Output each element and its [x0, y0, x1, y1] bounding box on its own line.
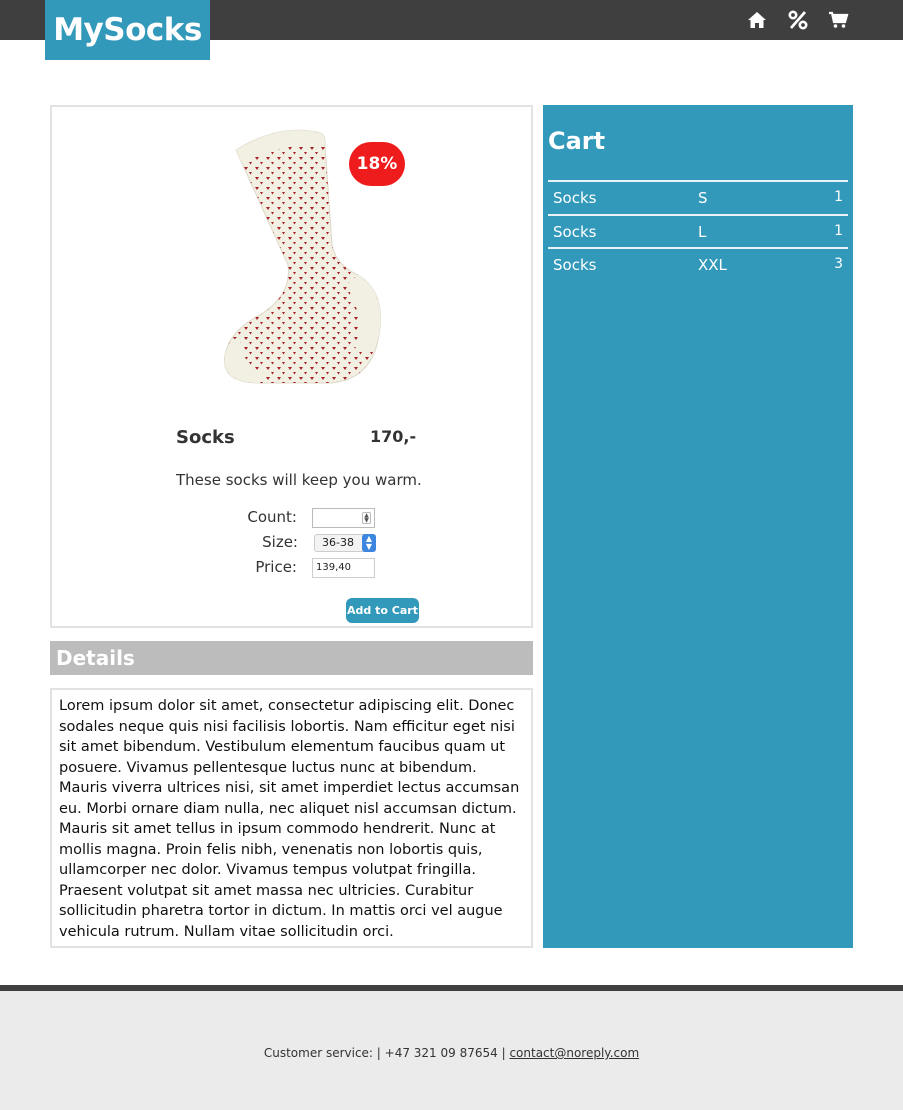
- cart-row[interactable]: Socks L 1: [548, 213, 848, 248]
- contact-email-link[interactable]: contact@noreply.com: [509, 1046, 639, 1060]
- count-label: Count:: [247, 508, 297, 526]
- cart-item-name: Socks: [553, 256, 597, 274]
- footer-contact: Customer service: | +47 321 09 87654 | c…: [0, 1046, 903, 1060]
- percent-icon[interactable]: [786, 8, 810, 32]
- cart-row[interactable]: Socks XXL 3: [548, 247, 848, 281]
- size-value: 36-38: [322, 536, 354, 549]
- count-input[interactable]: ▲ ▼: [312, 508, 375, 528]
- chevron-updown-icon: ▲ ▼: [362, 534, 376, 552]
- discount-badge: 18%: [349, 142, 405, 186]
- details-header: Details: [50, 641, 533, 675]
- cart-item-name: Socks: [553, 189, 597, 207]
- cart-item-size: S: [698, 189, 708, 207]
- add-to-cart-button[interactable]: Add to Cart: [346, 598, 419, 623]
- product-price: 170,-: [370, 427, 417, 446]
- site-logo[interactable]: MySocks: [45, 0, 210, 60]
- product-card: 18% Socks 170,- These socks will keep yo…: [50, 105, 533, 628]
- product-name: Socks: [176, 427, 235, 448]
- cart-item-qty: 1: [834, 222, 843, 239]
- details-text: Lorem ipsum dolor sit amet, consectetur …: [50, 688, 533, 948]
- home-icon[interactable]: [745, 8, 769, 32]
- footer-service-text: Customer service: | +47 321 09 87654 |: [263, 1046, 506, 1060]
- cart-item-size: XXL: [698, 256, 727, 274]
- size-select[interactable]: 36-38 ▲ ▼: [314, 534, 376, 552]
- cart-row[interactable]: Socks S 1: [548, 180, 848, 214]
- cart-item-size: L: [698, 222, 707, 241]
- cart-panel: Cart Socks S 1 Socks L 1 Socks XXL 3: [543, 105, 853, 948]
- cart-title: Cart: [548, 127, 606, 155]
- price-label: Price:: [255, 558, 297, 576]
- cart-item-qty: 1: [834, 189, 843, 205]
- cart-icon[interactable]: [827, 8, 851, 32]
- cart-table: Socks S 1 Socks L 1 Socks XXL 3: [548, 180, 848, 281]
- product-description: These socks will keep you warm.: [176, 471, 422, 489]
- cart-item-name: Socks: [553, 222, 597, 241]
- count-spinner-icon[interactable]: ▲ ▼: [362, 512, 371, 524]
- footer: Customer service: | +47 321 09 87654 | c…: [0, 985, 903, 1110]
- price-field[interactable]: 139,40: [312, 558, 375, 578]
- cart-item-qty: 3: [834, 256, 843, 272]
- size-label: Size:: [262, 533, 298, 551]
